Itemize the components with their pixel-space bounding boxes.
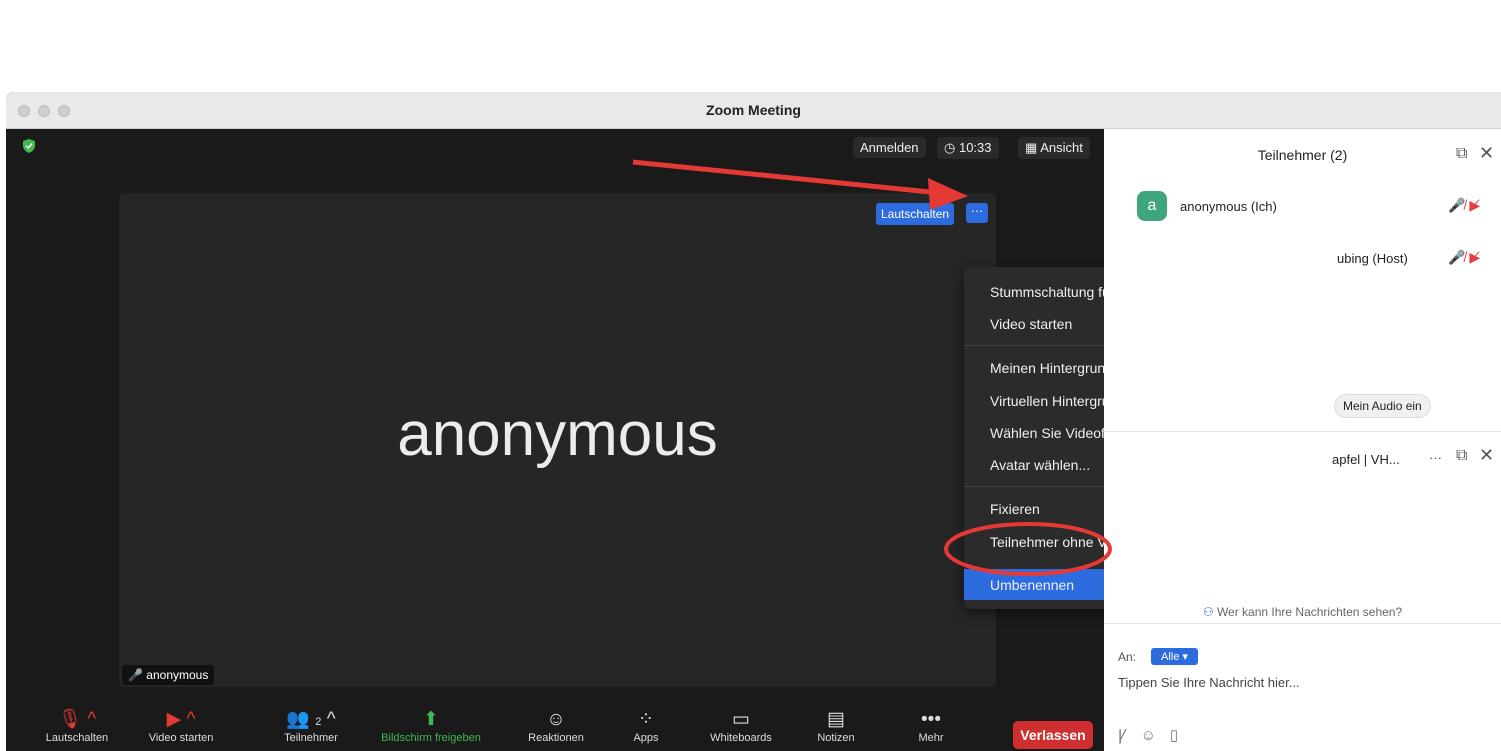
toolbar-more-label: Mehr — [918, 732, 944, 744]
toolbar-apps-label: Apps — [633, 732, 659, 744]
view-button[interactable]: ▦ Ansicht — [1018, 137, 1090, 159]
more-icon: ••• — [921, 709, 941, 730]
popout-icon[interactable]: ⧉ — [1456, 447, 1467, 465]
people-icon: ⚇ — [1202, 605, 1214, 619]
video-off-icon: ▶ ^ — [166, 709, 196, 730]
toolbar-video-button[interactable]: ▶ ^ Video starten — [136, 708, 226, 744]
title-bar: Zoom Meeting — [6, 92, 1501, 129]
tile-name-badge: 🎤 anonymous — [122, 665, 215, 685]
leave-meeting-button[interactable]: Verlassen — [1013, 721, 1093, 749]
toolbar-whiteboards-button[interactable]: ▭ Whiteboards — [696, 708, 786, 744]
toolbar-mute-label: Lautschalten — [45, 732, 109, 744]
toolbar-reactions-button[interactable]: ☺ Reaktionen — [511, 708, 601, 744]
whiteboard-icon: ▭ — [732, 709, 750, 730]
side-panel: Teilnehmer (2) ⧉ ✕ a anonymous (Ich) 🎤̸ … — [1104, 129, 1501, 751]
chat-input[interactable]: Tippen Sie Ihre Nachricht hier... — [1118, 675, 1300, 690]
video-tile[interactable]: anonymous Lautschalten ··· 🎤 anonymous — [119, 193, 996, 687]
participant-name: ubing (Host) — [1337, 251, 1408, 266]
toolbar-share-label: Bildschirm freigeben — [381, 732, 481, 744]
file-icon[interactable]: ▯ — [1170, 727, 1192, 744]
close-icon[interactable]: ✕ — [1479, 445, 1494, 466]
to-label: An: — [1118, 650, 1137, 664]
mic-muted-icon[interactable]: 🎤̸ ▶̸ — [1448, 197, 1480, 214]
avatar: a — [1137, 191, 1167, 221]
recipient-value: Alle — [1161, 651, 1180, 663]
format-icon[interactable]: Ꝩ — [1118, 727, 1141, 744]
toolbar-mute-button[interactable]: 🎙 ^ Lautschalten — [32, 708, 122, 744]
menu-item-rename-label: Umbenennen — [990, 577, 1075, 593]
toolbar-participants-button[interactable]: 👥 2 ^ Teilnehmer — [266, 708, 356, 744]
chat-tools: Ꝩ☺▯ — [1118, 725, 1192, 745]
who-can-see-label: Wer kann Ihre Nachrichten sehen? — [1216, 605, 1403, 619]
menu-item-avatar[interactable]: Avatar wählen... — [990, 457, 1090, 473]
toolbar-apps-button[interactable]: ⁘ Apps — [601, 708, 691, 744]
participant-count: 2 — [315, 716, 322, 728]
toolbar-notes-button[interactable]: ▤ Notizen — [791, 708, 881, 744]
window-title: Zoom Meeting — [706, 102, 801, 118]
apps-icon: ⁘ — [638, 709, 654, 730]
chat-title: apfel | VH... — [1332, 452, 1400, 467]
recipient-dropdown[interactable]: Alle ▾ — [1151, 648, 1198, 665]
share-icon: ⬆ — [423, 709, 439, 730]
timer-value: 10:33 — [958, 140, 992, 155]
toolbar-whiteboards-label: Whiteboards — [710, 732, 772, 744]
participants-title: Teilnehmer (2) — [1257, 147, 1348, 163]
chat-more-icon[interactable]: ··· — [1429, 450, 1442, 465]
tile-more-button[interactable]: ··· — [966, 203, 988, 223]
participants-icon: 👥 2 ^ — [286, 709, 336, 730]
toolbar-notes-label: Notizen — [817, 732, 855, 744]
toolbar-participants-label: Teilnehmer — [284, 732, 338, 744]
chat-divider — [1104, 623, 1501, 624]
my-audio-button[interactable]: Mein Audio ein — [1334, 394, 1431, 418]
meeting-toolbar: 🎙 ^ Lautschalten ▶ ^ Video starten 👥 2 ^ Te… — [6, 704, 1104, 751]
zoom-window: Zoom Meeting Anmelden ◷ 10:33 ▦ Ansicht … — [6, 92, 1501, 751]
panel-divider — [1104, 431, 1501, 432]
video-off-icon[interactable]: 🎤̸ ▶̸ — [1448, 249, 1480, 266]
unmute-participant-button[interactable]: Lautschalten — [876, 203, 955, 225]
tile-name-label: anonymous — [146, 668, 209, 682]
participant-big-name: anonymous — [397, 400, 718, 469]
close-icon[interactable]: ✕ — [1479, 143, 1494, 164]
toolbar-more-button[interactable]: ••• Mehr — [886, 708, 976, 744]
view-label: Ansicht — [1040, 140, 1083, 155]
signin-button[interactable]: Anmelden — [853, 137, 926, 158]
menu-item-start-video[interactable]: Video starten — [990, 316, 1072, 332]
toolbar-reactions-label: Reaktionen — [528, 732, 584, 744]
reaction-icon: ☺ — [546, 709, 566, 730]
mic-muted-icon: 🎙 ^ — [57, 709, 97, 730]
toolbar-video-label: Video starten — [148, 732, 214, 744]
meeting-area: Anmelden ◷ 10:33 ▦ Ansicht anonymous Lau… — [6, 129, 1334, 751]
who-can-see-link[interactable]: ⚇ Wer kann Ihre Nachrichten sehen? — [1104, 605, 1501, 619]
emoji-icon[interactable]: ☺ — [1141, 727, 1170, 744]
meeting-timer: ◷ 10:33 — [937, 137, 999, 159]
participant-name: anonymous (Ich) — [1180, 199, 1277, 214]
notes-icon: ▤ — [827, 709, 845, 730]
shield-icon[interactable] — [23, 139, 35, 153]
toolbar-share-button[interactable]: ⬆ Bildschirm freigeben — [381, 708, 481, 744]
popout-icon[interactable]: ⧉ — [1456, 145, 1467, 163]
mic-muted-icon: 🎤 — [128, 668, 143, 682]
menu-item-pin[interactable]: Fixieren — [990, 501, 1040, 517]
